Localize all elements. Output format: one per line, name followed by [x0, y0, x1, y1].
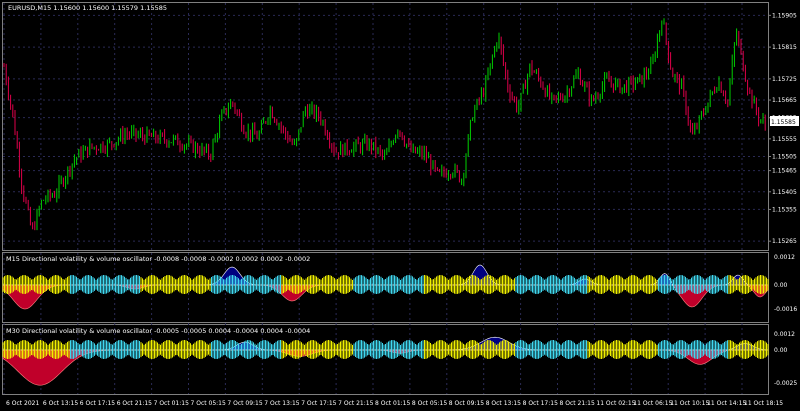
oscillator2-frame: [2, 324, 769, 395]
time-tick-label: 11 Oct 06:15: [633, 400, 672, 407]
main-chart-header: EURUSD,M15 1.15600 1.15600 1.15579 1.155…: [8, 4, 167, 12]
time-tick-label: 8 Oct 05:15: [412, 400, 447, 407]
time-tick-label: 8 Oct 17:15: [523, 400, 558, 407]
current-price-label: 1.15585: [771, 119, 796, 126]
time-tick-label: 7 Oct 09:15: [227, 400, 262, 407]
price-tick-label: 1.15505: [772, 153, 797, 160]
time-axis: 6 Oct 2021 6 Oct 13:15 6 Oct 17:15 6 Oct 21…: [6, 400, 783, 407]
price-tick-label: 1.15465: [772, 168, 797, 175]
price-tick-label: 1.15815: [772, 44, 797, 51]
time-tick-label: 6 Oct 17:15: [80, 400, 115, 407]
time-tick-label: 11 Oct 10:15: [670, 400, 709, 407]
price-axis: 1.159051.158151.157251.156651.156151.155…: [768, 12, 797, 245]
oscillator2-plot[interactable]: [2, 336, 769, 386]
price-tick-label: 1.15905: [772, 12, 797, 19]
time-tick-label: 8 Oct 09:15: [449, 400, 484, 407]
osc1-axis-bottom: -0.0016: [774, 306, 797, 313]
oscillator1-plot[interactable]: [2, 264, 769, 310]
time-tick-label: 7 Oct 17:15: [301, 400, 336, 407]
time-tick-label: 6 Oct 2021: [6, 400, 39, 407]
time-tick-label: 6 Oct 21:15: [117, 400, 152, 407]
chart-canvas[interactable]: EURUSD,M15 1.15600 1.15600 1.15579 1.155…: [0, 0, 800, 411]
price-tick-label: 1.15555: [772, 136, 797, 143]
oscillator1-header: M15 Directional volatility & volume osci…: [6, 255, 310, 263]
oscillator2-header: M30 Directional volatility & volume osci…: [6, 327, 310, 335]
osc2-axis-bottom: -0.0025: [774, 380, 797, 387]
time-tick-label: 11 Oct 14:15: [707, 400, 746, 407]
price-tick-label: 1.15355: [772, 206, 797, 213]
osc1-axis-top: 0.0012: [774, 254, 795, 261]
time-tick-label: 7 Oct 05:15: [191, 400, 226, 407]
time-tick-label: 8 Oct 01:15: [375, 400, 410, 407]
osc1-axis-zero: 0.00: [774, 282, 788, 289]
price-tick-label: 1.15665: [772, 97, 797, 104]
time-tick-label: 11 Oct 02:15: [596, 400, 635, 407]
price-tick-label: 1.15725: [772, 76, 797, 83]
time-tick-label: 8 Oct 21:15: [560, 400, 595, 407]
time-tick-label: 7 Oct 13:15: [264, 400, 299, 407]
price-tick-label: 1.15265: [772, 238, 797, 245]
price-tick-label: 1.15405: [772, 189, 797, 196]
time-tick-label: 8 Oct 13:15: [486, 400, 521, 407]
chart-window[interactable]: EURUSD,M15 1.15600 1.15600 1.15579 1.155…: [0, 0, 800, 411]
time-tick-label: 11 Oct 18:15: [744, 400, 783, 407]
osc2-axis-top: 0.0012: [774, 331, 795, 338]
time-tick-label: 6 Oct 13:15: [43, 400, 78, 407]
main-chart-frame: [2, 2, 769, 251]
time-tick-label: 7 Oct 01:15: [154, 400, 189, 407]
time-tick-label: 7 Oct 21:15: [338, 400, 373, 407]
osc2-axis-zero: 0.00: [774, 347, 788, 354]
candles[interactable]: [3, 18, 766, 231]
